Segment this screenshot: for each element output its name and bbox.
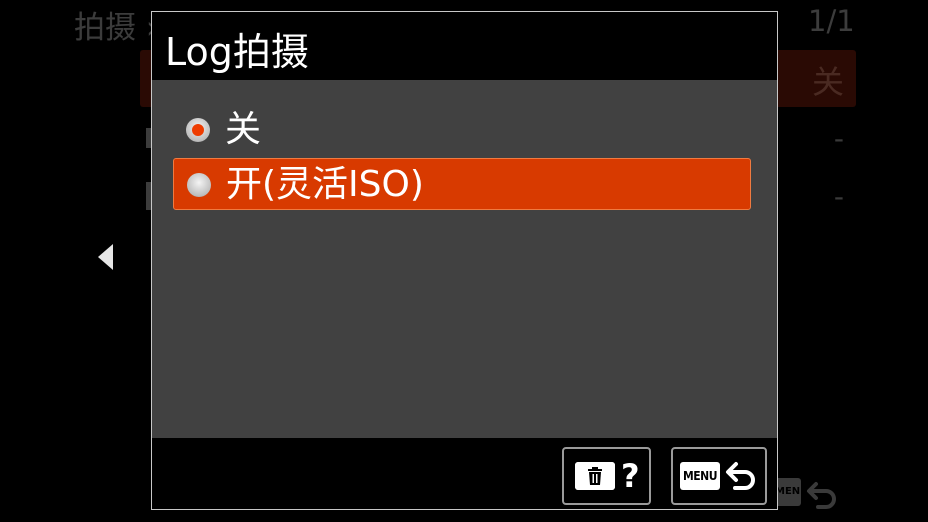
- background-return-icon: [807, 482, 836, 509]
- log-shooting-dialog: Log拍摄 关 开(灵活ISO) ? MENU: [151, 11, 778, 510]
- option-on-flexible-iso[interactable]: 开(灵活ISO): [173, 158, 751, 210]
- background-row-value: -: [833, 122, 844, 155]
- radio-selected-icon: [186, 118, 210, 142]
- menu-key-icon: MENU: [680, 462, 720, 490]
- help-button[interactable]: ?: [562, 447, 651, 505]
- camera-screen: 拍摄 › 影像质量/记录 › 拍摄设置 1/1 关 - - MENU Log拍摄…: [0, 0, 928, 522]
- background-menu-key-icon: MENU: [775, 478, 801, 506]
- return-icon: [726, 462, 755, 490]
- dialog-options-panel: 关 开(灵活ISO): [152, 80, 777, 438]
- radio-unselected-icon: [187, 173, 211, 197]
- background-selected-row-value: 关: [811, 63, 844, 101]
- dialog-title: Log拍摄: [165, 30, 309, 74]
- page-indicator: 1/1: [808, 4, 855, 38]
- option-on-label: 开(灵活ISO): [226, 164, 424, 205]
- help-question-mark: ?: [621, 457, 640, 495]
- background-row-value: -: [833, 180, 844, 213]
- tab-left-arrow-icon[interactable]: [98, 244, 113, 270]
- option-off[interactable]: 关: [173, 104, 751, 156]
- trash-icon: [575, 462, 615, 490]
- option-off-label: 关: [225, 109, 262, 150]
- back-button[interactable]: MENU: [671, 447, 767, 505]
